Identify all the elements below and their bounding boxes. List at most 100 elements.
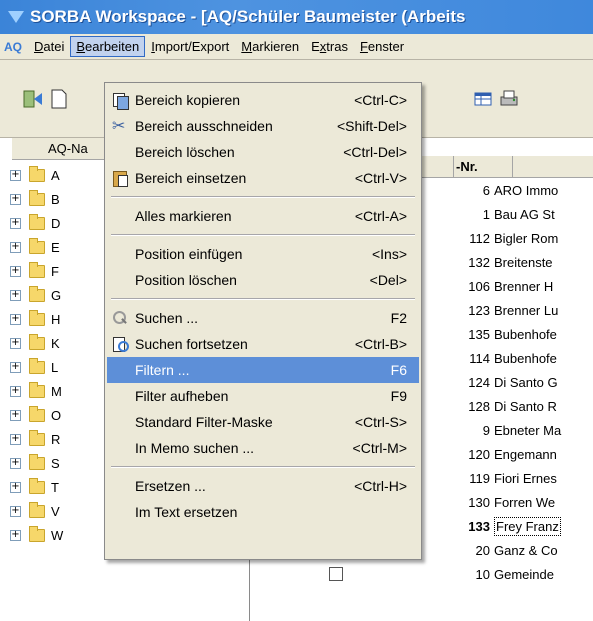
cell-name: ARO Immo — [494, 183, 559, 198]
cell-name: Ebneter Ma — [494, 423, 562, 438]
expand-icon[interactable]: + — [10, 409, 21, 421]
new-document-icon[interactable] — [48, 88, 70, 110]
cell-nr: 123 — [468, 303, 490, 318]
copy-icon — [111, 91, 129, 110]
expand-icon[interactable]: + — [10, 457, 21, 469]
expand-icon[interactable]: + — [10, 505, 21, 517]
expand-icon[interactable]: + — [10, 169, 21, 181]
folder-icon — [29, 381, 45, 398]
cell-name: Di Santo R — [494, 399, 557, 414]
cell-nr: 120 — [468, 447, 490, 462]
tree-item-label: D — [51, 215, 61, 231]
window-title: SORBA Workspace - [AQ/Schüler Baumeister… — [30, 7, 466, 26]
cell-name: Fiori Ernes — [494, 471, 557, 486]
cell-name: Brenner H — [494, 279, 554, 294]
menu-bearbeiten[interactable]: Bearbeiten — [70, 36, 146, 57]
expand-icon[interactable]: + — [10, 433, 21, 445]
menu-item-shortcut: F2 — [390, 310, 407, 326]
folder-icon — [29, 309, 45, 326]
menu-item-position-löschen[interactable]: Position löschen <Del> — [107, 267, 419, 293]
tree-item-label: H — [51, 311, 61, 327]
menu-fenster[interactable]: Fenster — [354, 36, 410, 57]
aq-badge: AQ — [4, 39, 22, 54]
menu-item-suchen[interactable]: Suchen ... F2 — [107, 305, 419, 331]
expand-icon[interactable]: + — [10, 361, 21, 373]
expand-icon[interactable]: + — [10, 313, 21, 325]
cell-nr: 114 — [469, 351, 490, 366]
expand-icon[interactable]: + — [10, 265, 21, 277]
menu-extras[interactable]: Extras — [305, 36, 354, 57]
menu-item-in-memo-suchen[interactable]: In Memo suchen ... <Ctrl-M> — [107, 435, 419, 461]
cell-name: Brenner Lu — [494, 303, 559, 318]
tree-item-label: L — [51, 359, 59, 375]
tree-item-label: O — [51, 407, 62, 423]
cell-nr: 135 — [468, 327, 490, 342]
expand-icon[interactable]: + — [10, 337, 21, 349]
tree-item-label: A — [51, 167, 60, 183]
menu-item-im-text-ersetzen[interactable]: Im Text ersetzen — [107, 499, 419, 525]
expand-icon[interactable]: + — [10, 193, 21, 205]
search-icon — [111, 309, 129, 327]
expand-icon[interactable]: + — [10, 529, 21, 541]
expand-icon[interactable]: + — [10, 385, 21, 397]
paste-icon — [111, 169, 129, 187]
tree-item-label: K — [51, 335, 60, 351]
menu-item-filtern[interactable]: Filtern ... F6 — [107, 357, 419, 383]
menu-import-export[interactable]: Import/Export — [145, 36, 235, 57]
menu-item-shortcut: <Ctrl-A> — [354, 208, 407, 224]
print-icon[interactable] — [498, 88, 520, 110]
menu-item-bereich-löschen[interactable]: Bereich löschen <Ctrl-Del> — [107, 139, 419, 165]
expand-icon[interactable]: + — [10, 481, 21, 493]
tree-item-label: B — [51, 191, 60, 207]
menu-item-ersetzen[interactable]: Ersetzen ... <Ctrl-H> — [107, 473, 419, 499]
cut-icon — [111, 116, 129, 135]
cell-nr: 132 — [468, 255, 490, 270]
menu-item-shortcut: <Ctrl-Del> — [343, 144, 407, 160]
tree-item-label: S — [51, 455, 60, 471]
exit-icon[interactable] — [22, 88, 44, 110]
menu-item-label: Suchen fortsetzen — [135, 336, 248, 352]
menu-item-shortcut: F6 — [390, 362, 407, 378]
cell-nr: 119 — [469, 471, 490, 486]
cell-nr: 124 — [468, 375, 490, 390]
expand-icon[interactable]: + — [10, 241, 21, 253]
menu-item-label: Ersetzen ... — [135, 478, 206, 494]
menu-item-shortcut: <Del> — [369, 272, 407, 288]
folder-icon — [29, 405, 45, 422]
menu-item-label: Suchen ... — [135, 310, 199, 326]
cell-name: Engemann — [494, 447, 557, 462]
menu-item-standard-filter-maske[interactable]: Standard Filter-Maske <Ctrl-S> — [107, 409, 419, 435]
menu-item-shortcut: <Ctrl-B> — [354, 336, 407, 352]
menu-separator — [111, 298, 415, 300]
expand-icon[interactable]: + — [10, 289, 21, 301]
cell-nr: 106 — [468, 279, 490, 294]
tree-item-label: G — [51, 287, 62, 303]
menu-item-bereich-ausschneiden[interactable]: Bereich ausschneiden <Shift-Del> — [107, 113, 419, 139]
menu-item-suchen-fortsetzen[interactable]: Suchen fortsetzen <Ctrl-B> — [107, 331, 419, 357]
cell-name: Forren We — [494, 495, 556, 510]
menu-item-label: Filtern ... — [135, 362, 190, 378]
menu-separator — [111, 234, 415, 236]
cell-nr: 112 — [469, 231, 490, 246]
menu-item-position-einfügen[interactable]: Position einfügen <Ins> — [107, 241, 419, 267]
menu-item-label: Bereich ausschneiden — [135, 118, 273, 134]
cell-name: Frey Franz — [494, 517, 561, 536]
menu-item-filter-aufheben[interactable]: Filter aufheben F9 — [107, 383, 419, 409]
menu-item-bereich-kopieren[interactable]: Bereich kopieren <Ctrl-C> — [107, 87, 419, 113]
menu-datei[interactable]: Datei — [28, 36, 70, 57]
menu-item-alles-markieren[interactable]: Alles markieren <Ctrl-A> — [107, 203, 419, 229]
tree-item-label: W — [51, 527, 64, 543]
cell-name: Bau AG St — [494, 207, 555, 222]
table-icon[interactable] — [472, 88, 494, 110]
menu-markieren[interactable]: Markieren — [235, 36, 305, 57]
col-header-nr[interactable]: -Nr. — [453, 156, 513, 178]
cell-nr: 9 — [482, 423, 490, 438]
menu-item-bereich-einsetzen[interactable]: Bereich einsetzen <Ctrl-V> — [107, 165, 419, 191]
menu-item-label: Bereich löschen — [135, 144, 235, 160]
table-row[interactable]: 10 Gemeinde — [250, 563, 593, 587]
cell-nr: 6 — [482, 183, 490, 198]
menu-item-shortcut: <Ctrl-S> — [354, 414, 407, 430]
tree-item-label: F — [51, 263, 59, 279]
expand-icon[interactable]: + — [10, 217, 21, 229]
row-checkbox[interactable] — [329, 567, 343, 581]
